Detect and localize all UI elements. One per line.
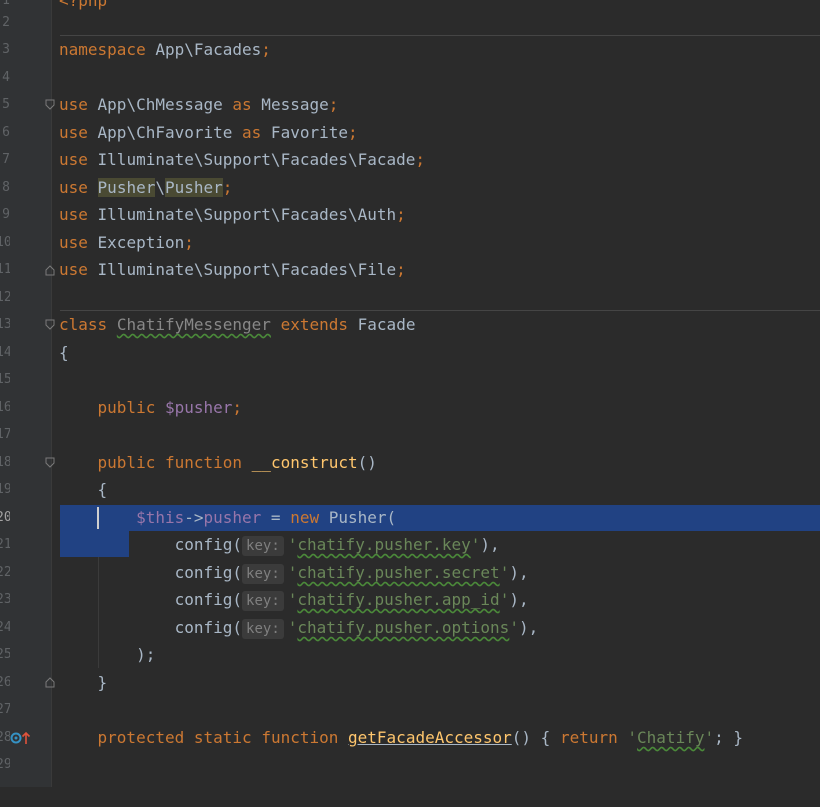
line-number: 15 <box>0 372 10 387</box>
code-line: public $pusher; <box>97 398 243 417</box>
implements-marker-icon[interactable] <box>10 730 32 746</box>
line-number: 5 <box>2 97 10 112</box>
code-line: use Illuminate\Support\Facades\Auth; <box>59 205 406 224</box>
line-number: 19 <box>0 482 10 497</box>
parameter-hint: key: <box>242 591 284 611</box>
line-number: 2 <box>2 15 10 30</box>
code-line: use Illuminate\Support\Facades\Facade; <box>59 150 426 169</box>
highlighted-identifier: Pusher <box>164 178 223 197</box>
line-number: 25 <box>0 647 10 662</box>
line-number: 29 <box>0 757 10 772</box>
code-line: config(key:'chatify.pusher.options'), <box>174 618 539 639</box>
line-number: 22 <box>0 565 10 580</box>
function-name: getFacadeAccessor <box>348 728 512 747</box>
line-number: 26 <box>0 675 10 690</box>
line-number: 16 <box>0 400 10 415</box>
code-line: public function __construct() <box>97 453 377 472</box>
line-number: 8 <box>2 180 10 195</box>
semicolon: ; <box>261 40 271 59</box>
class-name: ChatifyMessenger <box>116 315 271 334</box>
line-number-active: 20 <box>0 510 10 525</box>
line-number: 13 <box>0 317 10 332</box>
code-line: config(key:'chatify.pusher.app_id'), <box>174 590 529 611</box>
code-line: use Illuminate\Support\Facades\File; <box>59 260 406 279</box>
line-number: 17 <box>0 427 10 442</box>
code-line: class ChatifyMessenger extends Facade <box>59 315 416 334</box>
line-number: 7 <box>2 152 10 167</box>
line-number: 18 <box>0 455 10 470</box>
code-line: use App\ChMessage as Message; <box>59 95 339 114</box>
code-line: { <box>97 480 108 499</box>
code-line: { <box>59 343 69 362</box>
code-line: use Pusher\Pusher; <box>59 178 233 197</box>
line-number: 27 <box>0 702 10 717</box>
code-line: } <box>97 673 108 692</box>
code-line-current: $this->pusher = new Pusher( <box>136 508 397 527</box>
php-open-tag: <?php <box>59 0 108 10</box>
code-line: protected static function getFacadeAcces… <box>97 728 744 747</box>
code-line: config(key:'chatify.pusher.key'), <box>174 535 500 556</box>
line-number: 14 <box>0 345 10 360</box>
code-line: <?php <box>52 0 820 15</box>
function-name: __construct <box>251 453 358 472</box>
parameter-hint: key: <box>242 536 284 556</box>
line-number: 24 <box>0 620 10 635</box>
line-number: 6 <box>2 125 10 140</box>
highlighted-identifier: Pusher <box>97 178 156 197</box>
line-number: 4 <box>2 70 10 85</box>
line-number: 3 <box>2 42 10 57</box>
line-number: 9 <box>2 207 10 222</box>
parameter-hint: key: <box>242 619 284 639</box>
code-line: config(key:'chatify.pusher.secret'), <box>174 563 529 584</box>
parameter-hint: key: <box>242 564 284 584</box>
line-number: 12 <box>0 290 10 305</box>
code-editor[interactable]: <?php namespace App\Facades; use App\ChM… <box>52 0 820 787</box>
line-number: 23 <box>0 592 10 607</box>
code-line: use App\ChFavorite as Favorite; <box>59 123 358 142</box>
code-line: namespace App\Facades; <box>52 36 820 64</box>
keyword: namespace <box>59 40 146 59</box>
namespace-name: App\Facades <box>145 40 262 59</box>
code-line: use Exception; <box>59 233 194 252</box>
code-line: ); <box>136 645 156 664</box>
line-number: 10 <box>0 235 10 250</box>
line-number: 21 <box>0 537 10 552</box>
line-number: 28 <box>0 730 10 745</box>
line-number: 11 <box>0 262 10 277</box>
